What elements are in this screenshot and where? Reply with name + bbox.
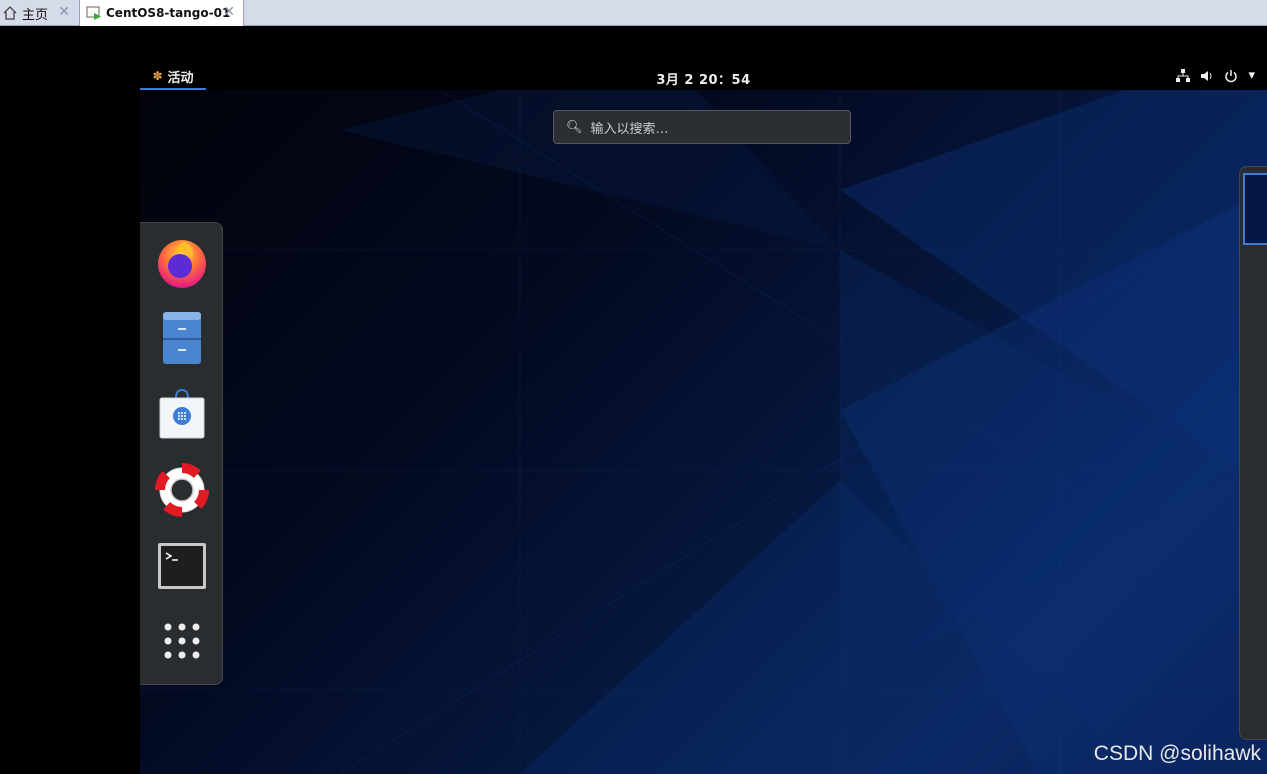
vm-screen[interactable]: ✽ 活动 3月 2 20：54 ▾ 🔍︎ 输入以搜索… CSDN @soliha…	[140, 26, 1267, 774]
firefox-launcher[interactable]	[154, 235, 210, 291]
firefox-icon	[158, 240, 206, 288]
volume-icon[interactable]	[1200, 69, 1214, 83]
close-icon[interactable]: ✕	[223, 4, 235, 20]
tab-home-label: 主页	[22, 7, 49, 23]
terminal-launcher[interactable]	[154, 538, 210, 594]
search-icon: 🔍︎	[566, 119, 583, 135]
workspace-switcher	[1239, 166, 1267, 740]
software-launcher[interactable]	[154, 386, 210, 442]
clock[interactable]: 3月 2 20：54	[140, 69, 1267, 88]
workspace-thumbnail[interactable]	[1243, 173, 1267, 245]
help-launcher[interactable]	[154, 462, 210, 518]
gnome-top-bar: ✽ 活动 3月 2 20：54 ▾	[140, 64, 1267, 90]
software-icon	[159, 388, 205, 439]
dropdown-icon[interactable]: ▾	[1248, 68, 1255, 83]
power-icon[interactable]	[1224, 69, 1238, 83]
tab-home[interactable]: 主页 ✕	[0, 0, 78, 26]
dash	[140, 222, 223, 685]
show-apps-button[interactable]	[154, 613, 210, 669]
vmware-tab-bar: 主页 ✕ CentOS8-tango-01 ✕	[0, 0, 1267, 26]
search-placeholder: 输入以搜索…	[590, 121, 669, 137]
files-icon	[163, 312, 201, 364]
help-icon	[155, 463, 209, 517]
tab-vm-label: CentOS8-tango-01	[106, 6, 231, 20]
search-bar[interactable]: 🔍︎ 输入以搜索…	[553, 110, 851, 144]
close-icon[interactable]: ✕	[58, 4, 70, 20]
show-apps-icon	[164, 623, 200, 659]
tab-vm[interactable]: CentOS8-tango-01 ✕	[79, 0, 244, 26]
wallpaper-pattern	[140, 90, 1267, 774]
vm-icon	[86, 6, 101, 20]
terminal-icon	[158, 543, 206, 589]
vm-border	[0, 26, 140, 774]
home-icon	[3, 6, 17, 20]
network-icon[interactable]	[1176, 68, 1191, 83]
watermark: CSDN @solihawk	[1093, 742, 1261, 765]
desktop-background	[140, 90, 1267, 774]
files-launcher[interactable]	[154, 310, 210, 366]
system-tray[interactable]: ▾	[1176, 68, 1255, 83]
